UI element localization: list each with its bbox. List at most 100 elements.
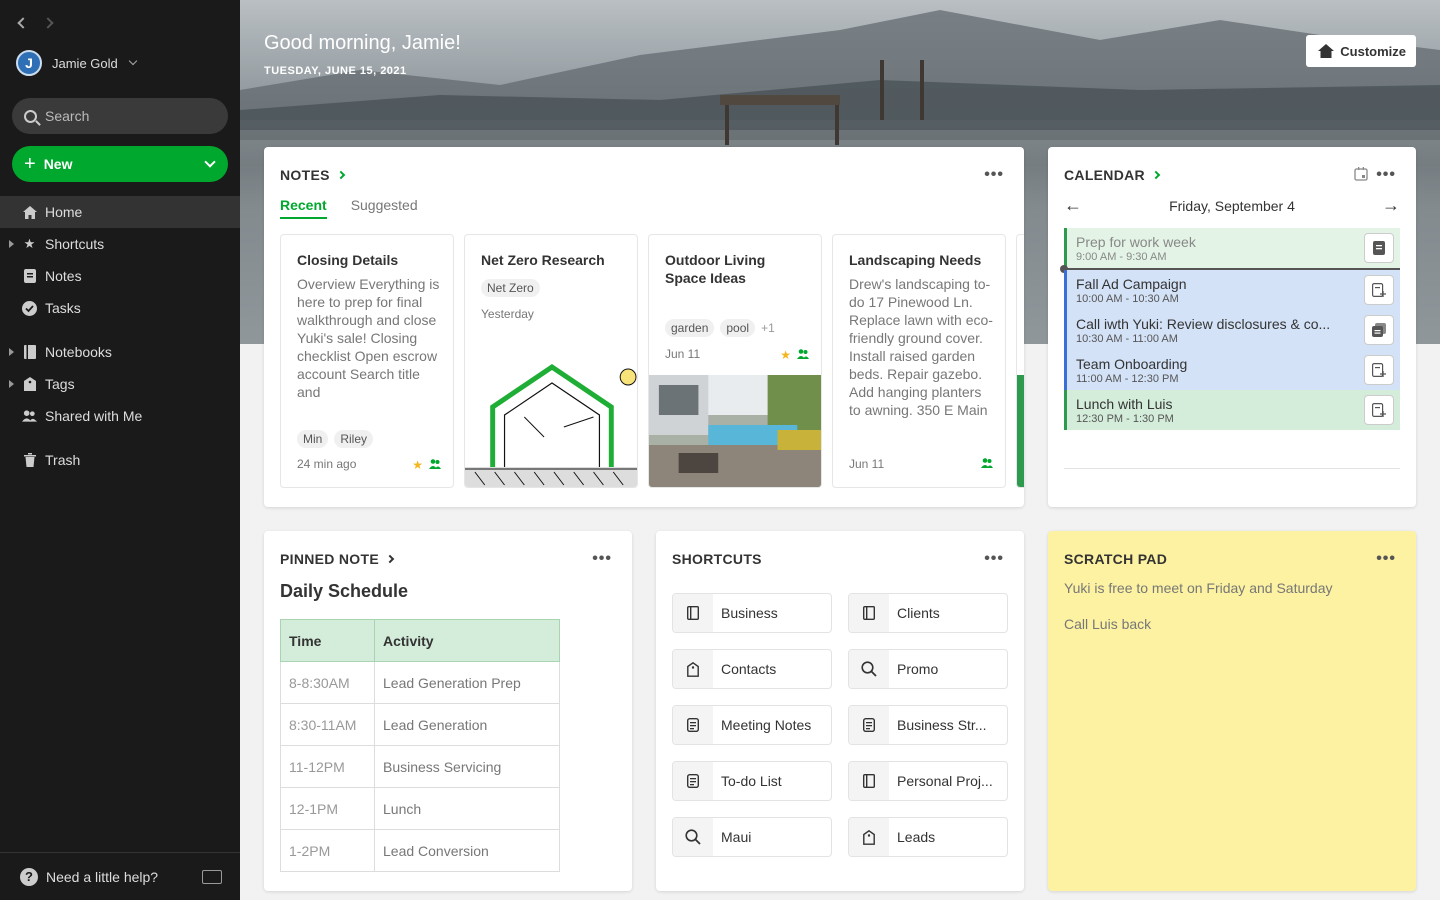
more-tags-count[interactable]: +1	[761, 321, 775, 335]
tag-icon	[673, 650, 713, 688]
note-meta: ★	[780, 348, 809, 362]
sidebar-item-label: Shortcuts	[45, 236, 105, 252]
sidebar-item-label: Tags	[45, 376, 75, 392]
tag-chip[interactable]: garden	[665, 319, 715, 337]
more-options-icon[interactable]: •••	[1376, 167, 1396, 183]
house-sketch-image	[465, 347, 637, 487]
calendar-event[interactable]: Lunch with Luis 12:30 PM - 1:30 PM	[1064, 390, 1400, 430]
next-day-arrow-icon[interactable]: →	[1382, 195, 1400, 216]
chevron-down-icon[interactable]	[204, 156, 216, 168]
new-button[interactable]: + New	[12, 146, 228, 182]
expand-caret-icon[interactable]	[9, 240, 14, 248]
shortcut-label: Promo	[897, 661, 939, 677]
linked-notes-icon[interactable]	[1364, 315, 1394, 345]
search-bar[interactable]	[12, 98, 228, 134]
event-title: Lunch with Luis	[1076, 396, 1173, 412]
note-tags: Min Riley	[297, 430, 374, 448]
shortcut-item[interactable]: Clients	[848, 593, 1008, 633]
forward-arrow-icon[interactable]	[42, 14, 54, 32]
help-label: Need a little help?	[46, 868, 159, 885]
keyboard-icon[interactable]	[202, 870, 222, 884]
tab-suggested[interactable]: Suggested	[351, 197, 418, 219]
notebook-icon	[849, 594, 889, 632]
sidebar-item-tasks[interactable]: Tasks	[0, 292, 240, 324]
more-options-icon[interactable]: •••	[1376, 551, 1396, 567]
notes-widget-title[interactable]: NOTES	[280, 167, 345, 183]
note-card[interactable]: Closing Details Overview Everything is h…	[280, 234, 454, 488]
previous-day-arrow-icon[interactable]: ←	[1064, 195, 1082, 216]
shortcut-item[interactable]: Promo	[848, 649, 1008, 689]
add-note-icon[interactable]	[1364, 355, 1394, 385]
note-card[interactable]: Outdoor Living Space Ideas garden pool +…	[648, 234, 822, 488]
shortcut-item[interactable]: Maui	[672, 817, 832, 857]
note-meta: ★	[412, 458, 441, 472]
tag-icon	[849, 818, 889, 856]
patio-photo-image	[649, 375, 821, 487]
expand-caret-icon[interactable]	[9, 380, 14, 388]
shortcut-item[interactable]: Contacts	[672, 649, 832, 689]
sidebar-item-tags[interactable]: Tags	[0, 368, 240, 400]
pinned-note-widget-title[interactable]: PINNED NOTE	[280, 551, 395, 567]
shared-people-icon	[981, 458, 993, 471]
shortcut-item[interactable]: Personal Proj...	[848, 761, 1008, 801]
tag-chip[interactable]: pool	[720, 319, 756, 337]
shortcut-label: Clients	[897, 605, 940, 621]
people-icon	[22, 409, 37, 424]
shortcut-item[interactable]: Business Str...	[848, 705, 1008, 745]
calendar-event[interactable]: Call iwth Yuki: Review disclosures & co.…	[1064, 310, 1400, 350]
account-switcher[interactable]: J Jamie Gold	[16, 50, 137, 76]
add-note-icon[interactable]	[1364, 395, 1394, 425]
sidebar-item-shortcuts[interactable]: ★ Shortcuts	[0, 228, 240, 260]
tab-recent[interactable]: Recent	[280, 197, 327, 219]
note-card[interactable]: Landscaping Needs Drew's landscaping to-…	[832, 234, 1006, 488]
note-title: Outdoor Living Space Ideas	[665, 252, 766, 286]
pinned-note-title[interactable]: Daily Schedule	[280, 581, 408, 602]
note-time: Jun 11	[665, 347, 701, 361]
shortcut-label: To-do List	[721, 773, 782, 789]
widget-title-text: SCRATCH PAD	[1064, 551, 1168, 567]
back-arrow-icon[interactable]	[16, 14, 29, 32]
more-options-icon[interactable]: •••	[984, 167, 1004, 183]
table-cell: Lead Generation	[374, 703, 560, 746]
sidebar-item-notebooks[interactable]: Notebooks	[0, 336, 240, 368]
note-card[interactable]: Net Zero Research Net Zero Yesterday	[464, 234, 638, 488]
shortcut-item[interactable]: To-do List	[672, 761, 832, 801]
calendar-icon[interactable]	[1354, 167, 1368, 186]
current-date: TUESDAY, JUNE 15, 2021	[264, 65, 407, 77]
note-tags: Net Zero	[481, 279, 540, 297]
sidebar-item-notes[interactable]: Notes	[0, 260, 240, 292]
more-options-icon[interactable]: •••	[592, 551, 612, 567]
search-input[interactable]	[45, 108, 205, 124]
calendar-event[interactable]: Fall Ad Campaign 10:00 AM - 10:30 AM	[1064, 270, 1400, 310]
sidebar-item-trash[interactable]: Trash	[0, 444, 240, 476]
table-cell: 8:30-11AM	[280, 703, 375, 746]
notebook-icon	[673, 594, 713, 632]
add-note-icon[interactable]	[1364, 275, 1394, 305]
star-icon: ★	[412, 458, 423, 472]
shortcut-item[interactable]: Leads	[848, 817, 1008, 857]
star-icon: ★	[780, 348, 791, 362]
calendar-event[interactable]: Prep for work week 9:00 AM - 9:30 AM	[1064, 228, 1400, 268]
tag-chip[interactable]: Riley	[334, 430, 374, 448]
question-icon: ?	[20, 867, 38, 886]
note-card-partial[interactable]	[1016, 234, 1024, 488]
shortcut-item[interactable]: Business	[672, 593, 832, 633]
scratch-pad-widget[interactable]: SCRATCH PAD ••• Yuki is free to meet on …	[1048, 531, 1416, 891]
customize-button[interactable]: Customize	[1306, 35, 1416, 67]
expand-caret-icon[interactable]	[9, 348, 14, 356]
schedule-table: Time Activity 8-8:30AM Lead Generation Pr…	[280, 619, 560, 872]
shortcut-item[interactable]: Meeting Notes	[672, 705, 832, 745]
calendar-widget-title[interactable]: CALENDAR	[1064, 167, 1161, 183]
sidebar-item-shared[interactable]: Shared with Me	[0, 400, 240, 432]
table-cell: Lunch	[374, 787, 560, 830]
sidebar-item-home[interactable]: Home	[0, 196, 240, 228]
calendar-event[interactable]: Team Onboarding 11:00 AM - 12:30 PM	[1064, 350, 1400, 390]
tag-icon	[22, 377, 37, 392]
tag-chip[interactable]: Net Zero	[481, 279, 540, 297]
help-link[interactable]: ? Need a little help?	[0, 852, 240, 900]
tag-chip[interactable]: Min	[297, 430, 329, 448]
linked-note-icon[interactable]	[1364, 233, 1394, 263]
more-options-icon[interactable]: •••	[984, 551, 1004, 567]
scratch-line: Call Luis back	[1064, 616, 1152, 632]
scratch-pad-editor[interactable]: Yuki is free to meet on Friday and Satur…	[1064, 579, 1332, 651]
